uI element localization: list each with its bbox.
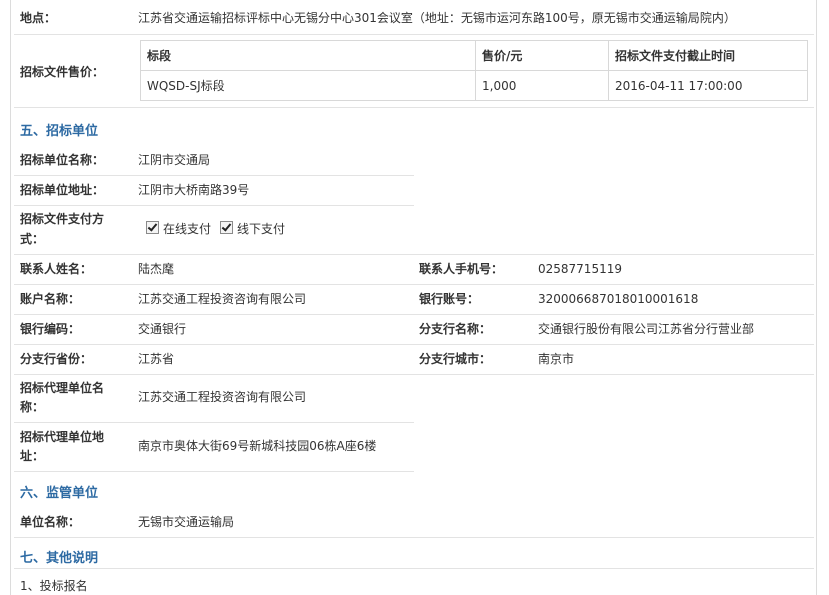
pay-method-label-1: 招标文件支付方 [20,212,105,226]
note-line-1: 1、投标报名 [20,579,88,593]
account-row: 账户名称： 江苏交通工程投资咨询有限公司 银行账号： 3200066870180… [14,285,814,315]
mobile-value: 02587715119 [538,262,622,276]
unit-addr-label: 招标单位地址： [20,183,105,197]
pay-method-label-2: 式： [20,232,45,246]
mobile-label: 联系人手机号： [419,262,504,276]
bank-code-value: 交通银行 [138,322,187,336]
unit-name-label: 招标单位名称： [20,153,105,167]
fee-cell-deadline: 2016-04-11 17:00:00 [608,70,808,101]
supervisor-value: 无锡市交通运输局 [138,515,235,529]
branch-value: 交通银行股份有限公司江苏省分行营业部 [538,322,755,336]
agent-addr-value: 南京市奥体大街69号新城科技园06栋A座6楼 [138,439,377,453]
section-7-divider [14,568,814,569]
fee-cell-price: 1,000 [475,70,609,101]
account-label: 账户名称： [20,292,81,306]
agent-name-label-1: 招标代理单位名 [20,381,105,395]
unit-addr-row: 招标单位地址： 江阴市大桥南路39号 [14,176,414,206]
bank-code-row: 银行编码： 交通银行 分支行名称： 交通银行股份有限公司江苏省分行营业部 [14,315,814,345]
account-value: 江苏交通工程投资咨询有限公司 [138,292,307,306]
fee-cell-lot: WQSD-SJ标段 [140,70,476,101]
contact-value: 陆杰麾 [138,262,175,276]
location-value: 江苏省交通运输招标评标中心无锡分中心301会议室（地址：无锡市运河东路100号，… [138,11,736,25]
section-6-title: 六、监管单位 [20,486,99,501]
pay-offline-option[interactable]: 线下支付 [220,221,285,238]
pay-online-label: 在线支付 [163,222,212,236]
checkbox-checked-icon[interactable] [146,221,159,234]
location-label: 地点： [20,11,57,25]
unit-name-row: 招标单位名称： 江阴市交通局 [14,146,414,176]
branch-province-label: 分支行省份： [20,352,93,366]
fee-label: 招标文件售价： [20,65,105,79]
agent-addr-row: 招标代理单位地 址： 南京市奥体大街69号新城科技园06栋A座6楼 [14,423,414,472]
bank-no-label: 银行账号： [419,292,480,306]
branch-province-value: 江苏省 [138,352,175,366]
unit-addr-value: 江阴市大桥南路39号 [138,183,250,197]
fee-header-lot: 标段 [140,40,476,71]
pay-method-row: 招标文件支付方 式： 在线支付 线下支付 [14,206,814,255]
section-5-title: 五、招标单位 [20,124,99,139]
table-row: WQSD-SJ标段 1,000 2016-04-11 17:00:00 [140,70,808,101]
branch-label: 分支行名称： [419,322,492,336]
branch-location-row: 分支行省份： 江苏省 分支行城市： 南京市 [14,345,814,375]
agent-addr-label-1: 招标代理单位地 [20,430,105,444]
pay-online-option[interactable]: 在线支付 [146,221,211,238]
pay-offline-label: 线下支付 [237,222,286,236]
contact-label: 联系人姓名： [20,262,93,276]
fee-table: 标段 售价/元 招标文件支付截止时间 WQSD-SJ标段 1,000 2016-… [140,40,808,101]
fee-header-deadline: 招标文件支付截止时间 [608,40,808,71]
agent-name-value: 江苏交通工程投资咨询有限公司 [138,390,307,404]
fee-header-price: 售价/元 [475,40,609,71]
bank-no-value: 32000668701801000161​8 [538,292,699,306]
section-7-title: 七、其他说明 [20,551,99,566]
branch-city-label: 分支行城市： [419,352,492,366]
agent-name-label-2: 称： [20,400,45,414]
agent-name-row: 招标代理单位名 称： 江苏交通工程投资咨询有限公司 [14,375,414,423]
location-row: 地点： 江苏省交通运输招标评标中心无锡分中心301会议室（地址：无锡市运河东路1… [14,0,814,35]
agent-addr-label-2: 址： [20,449,45,463]
supervisor-row: 单位名称： 无锡市交通运输局 [14,507,814,538]
unit-name-value: 江阴市交通局 [138,153,211,167]
checkbox-checked-icon[interactable] [220,221,233,234]
bank-code-label: 银行编码： [20,322,81,336]
supervisor-label: 单位名称： [20,515,81,529]
fee-table-header: 标段 售价/元 招标文件支付截止时间 [140,40,808,71]
branch-city-value: 南京市 [538,352,575,366]
contact-row: 联系人姓名： 陆杰麾 联系人手机号： 02587715119 [14,255,814,285]
